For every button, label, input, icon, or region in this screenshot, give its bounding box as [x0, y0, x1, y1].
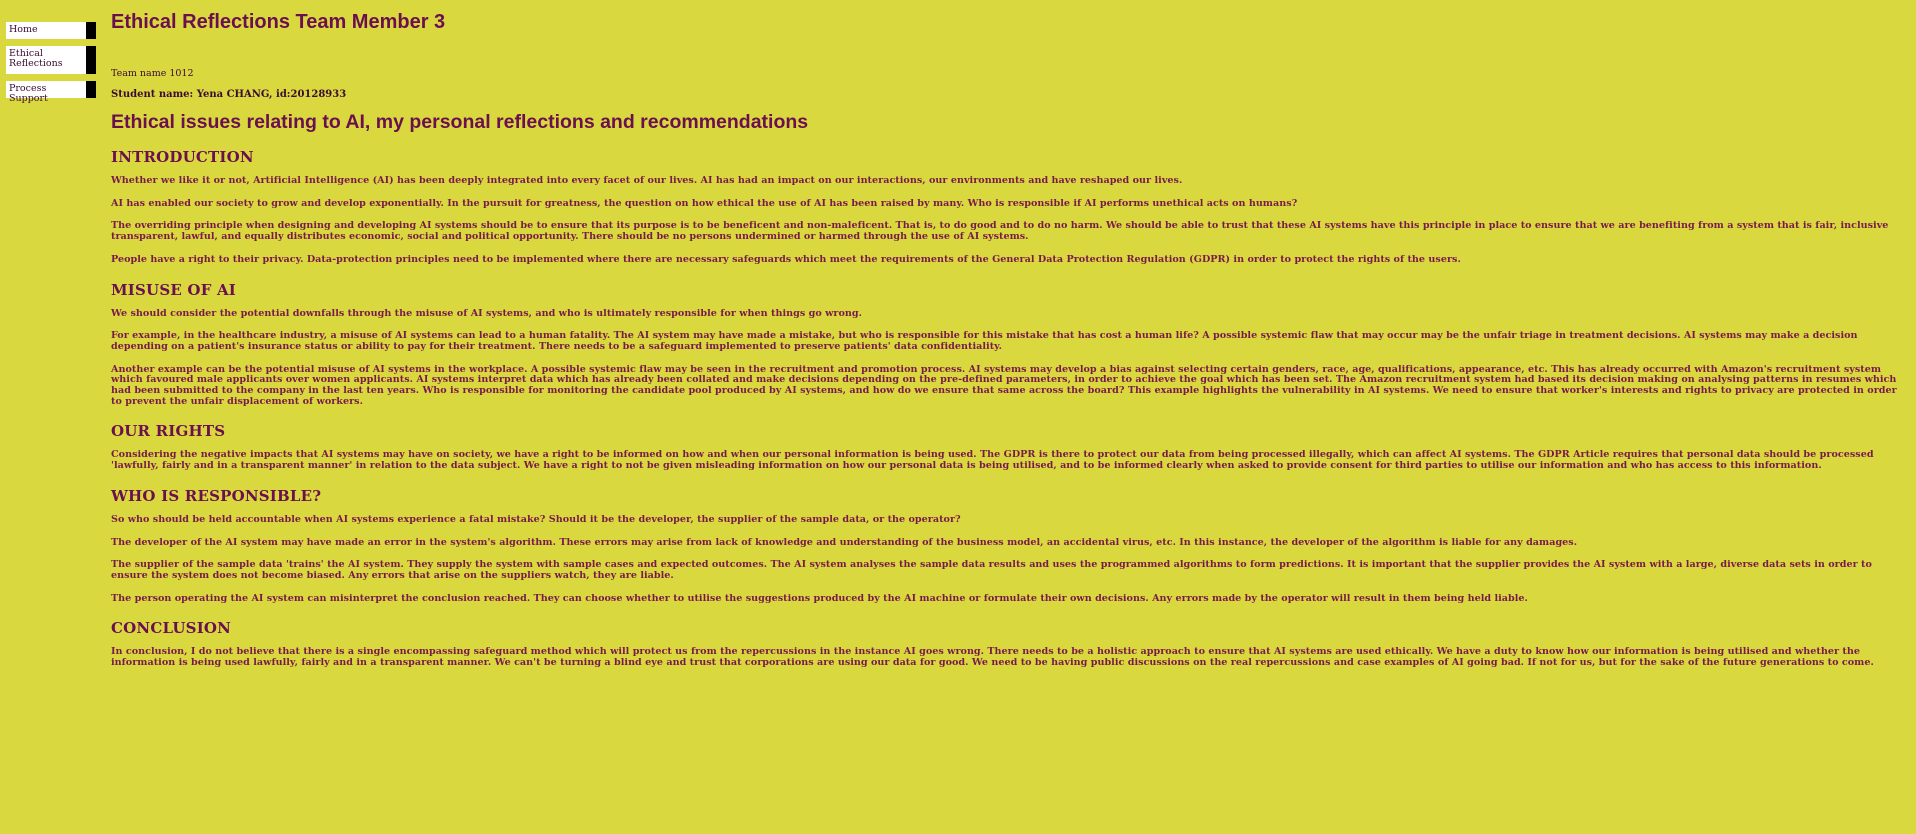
- section-heading: INTRODUCTION: [111, 148, 254, 166]
- nav-link-ethical-reflections[interactable]: Ethical Reflections: [6, 46, 96, 74]
- student-info: Student name: Yena CHANG, id:20128933: [111, 89, 347, 100]
- team-name: Team name 1012: [111, 68, 194, 79]
- paragraph: Whether we like it or not, Artificial In…: [111, 175, 1183, 186]
- section-heading: WHO IS RESPONSIBLE?: [111, 486, 322, 505]
- paragraph: People have a right to their privacy. Da…: [111, 253, 1461, 265]
- article-subtitle: Ethical issues relating to AI, my person…: [111, 111, 809, 133]
- nav-link-home[interactable]: Home: [6, 22, 96, 39]
- paragraph: The supplier of the sample data 'trains'…: [111, 559, 1872, 581]
- section-misuse-of-ai: MISUSE OF AI We should consider the pote…: [111, 281, 1909, 408]
- paragraph: Considering the negative impacts that AI…: [111, 449, 1874, 472]
- main-content: Ethical Reflections Team Member 3 Team n…: [111, 10, 1909, 669]
- paragraph: AI has enabled our society to grow and d…: [111, 197, 1298, 209]
- paragraph: The overriding principle when designing …: [111, 220, 1889, 243]
- section-our-rights: OUR RIGHTS Considering the negative impa…: [111, 422, 1909, 471]
- section-who-is-responsible: WHO IS RESPONSIBLE? So who should be hel…: [111, 487, 1909, 605]
- paragraph: Another example can be the potential mis…: [111, 363, 1897, 407]
- paragraph: In conclusion, I do not believe that the…: [111, 646, 1874, 669]
- section-heading: CONCLUSION: [111, 619, 232, 638]
- paragraph: We should consider the potential downfal…: [111, 307, 863, 319]
- paragraph: The developer of the AI system may have …: [111, 536, 1578, 548]
- paragraph: The person operating the AI system can m…: [111, 592, 1528, 604]
- section-conclusion: CONCLUSION In conclusion, I do not belie…: [111, 619, 1909, 668]
- nav-link-process-support[interactable]: Process Support: [6, 81, 96, 104]
- sidebar-nav: Home Ethical Reflections Process Support: [6, 22, 96, 105]
- section-introduction: INTRODUCTION Whether we like it or not, …: [111, 148, 1909, 266]
- page-title: Ethical Reflections Team Member 3: [111, 11, 446, 33]
- paragraph: For example, in the healthcare industry,…: [111, 330, 1858, 352]
- section-heading: OUR RIGHTS: [111, 422, 226, 441]
- section-heading: MISUSE OF AI: [111, 280, 237, 299]
- paragraph: So who should be held accountable when A…: [111, 513, 961, 525]
